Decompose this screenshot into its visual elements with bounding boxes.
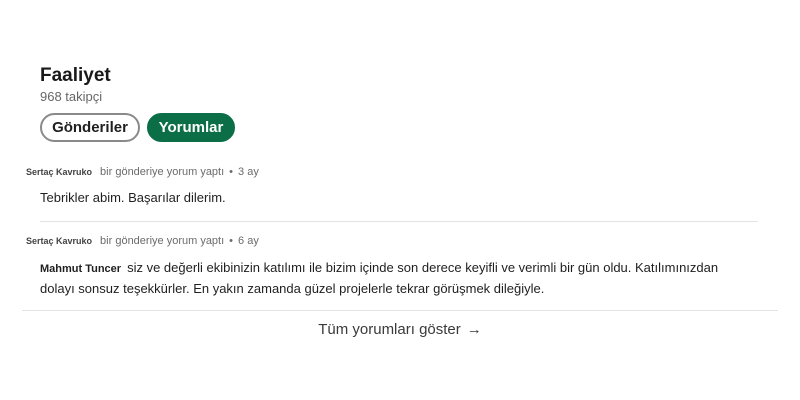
tab-comments[interactable]: Yorumlar — [147, 113, 235, 142]
show-all-label: Tüm yorumları göster — [318, 321, 461, 338]
show-all-comments-button[interactable]: Tüm yorumları göster → — [0, 321, 800, 338]
meta-separator: • — [229, 235, 234, 247]
mention-link[interactable]: Mahmut Tuncer — [40, 263, 121, 275]
comment-action: bir gönderiye yorum yaptı — [100, 235, 225, 247]
section-divider — [22, 310, 778, 311]
comment-text-line: dolayı sonsuz teşekkürler. En yakın zama… — [40, 281, 545, 296]
comment-text[interactable]: Mahmut Tuncer siz ve değerli ekibinizin k… — [40, 258, 780, 298]
comment-author[interactable]: Sertaç Kavruko — [26, 236, 92, 246]
activity-title: Faaliyet — [40, 65, 111, 86]
comment-divider — [40, 221, 758, 222]
tab-posts[interactable]: Gönderiler — [40, 113, 140, 142]
comment-text-line: siz ve değerli ekibinizin katılımı ile b… — [127, 260, 719, 275]
comment-time: 6 ay — [238, 235, 259, 247]
comment-text-line: Tebrikler abim. Başarılar dilerim. — [40, 190, 226, 205]
comment-author[interactable]: Sertaç Kavruko — [26, 167, 92, 177]
meta-separator: • — [229, 166, 234, 178]
comment-text[interactable]: Tebrikler abim. Başarılar dilerim. — [40, 188, 226, 207]
comment-action: bir gönderiye yorum yaptı — [100, 166, 225, 178]
followers-count: 968 takipçi — [40, 89, 103, 104]
arrow-right-icon: → — [466, 321, 482, 338]
comment-meta: Sertaç Kavruko bir gönderiye yorum yaptı… — [26, 235, 259, 247]
comment-meta: Sertaç Kavruko bir gönderiye yorum yaptı… — [26, 166, 259, 178]
activity-tabs: Gönderiler Yorumlar — [40, 113, 235, 142]
comment-time: 3 ay — [238, 166, 259, 178]
